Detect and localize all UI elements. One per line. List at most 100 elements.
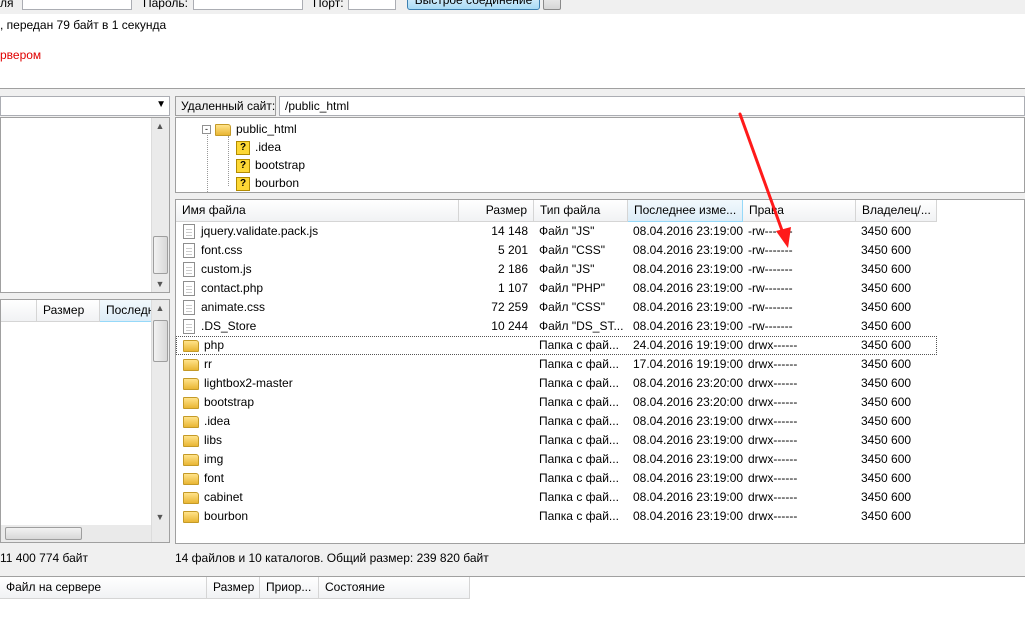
file-type-cell: Папка с фай... (539, 452, 619, 466)
tree-item-bootstrap[interactable]: ? bootstrap (236, 156, 305, 174)
queue-col-status[interactable]: Состояние (319, 577, 470, 599)
file-row[interactable]: php Папка с фай... 24.04.2016 19:19:00 drwx… (176, 336, 937, 355)
collapse-icon[interactable]: - (202, 125, 211, 135)
file-owner-cell: 3450 600 (861, 300, 912, 314)
tree-item-label: .idea (255, 140, 282, 154)
hscroll-thumb[interactable] (5, 527, 82, 540)
chevron-down-icon[interactable]: ▼ (156, 99, 166, 110)
file-name-cell: libs (183, 431, 453, 450)
file-perms-cell: -rw------- (748, 319, 793, 333)
tree-item-idea[interactable]: ? .idea (236, 138, 281, 156)
file-name-cell: jquery.validate.pack.js (183, 222, 453, 241)
scroll-down-icon[interactable]: ▼ (152, 509, 168, 525)
transfer-queue[interactable]: Файл на сервере Размер Приор... Состояни… (0, 576, 1025, 619)
file-name-cell: .idea (183, 412, 453, 431)
folder-icon (183, 358, 199, 371)
scroll-thumb[interactable] (153, 236, 168, 274)
file-type-cell: Папка с фай... (539, 357, 619, 371)
file-owner-cell: 3450 600 (861, 319, 912, 333)
file-row[interactable]: bourbon Папка с фай... 08.04.2016 23:19:00… (176, 507, 937, 526)
file-size-cell: 5 201 (497, 243, 528, 257)
file-modified-cell: 08.04.2016 23:19:00 (633, 300, 743, 314)
scroll-up-icon[interactable]: ▲ (152, 300, 168, 316)
file-icon (183, 243, 195, 259)
file-name: font (204, 471, 225, 485)
file-perms-cell: drwx------ (748, 433, 798, 447)
file-row[interactable]: custom.js 2 186 Файл "JS" 08.04.2016 23:19:… (176, 260, 937, 279)
host-input[interactable] (22, 0, 132, 10)
file-type-cell: Папка с фай... (539, 433, 619, 447)
local-col-name[interactable] (1, 300, 37, 322)
local-list-hscrollbar[interactable] (1, 525, 151, 542)
file-row[interactable]: cabinet Папка с фай... 08.04.2016 23:19:00… (176, 488, 937, 507)
file-row[interactable]: libs Папка с фай... 08.04.2016 23:19:00 drw… (176, 431, 937, 450)
file-modified-cell: 08.04.2016 23:19:00 (633, 319, 743, 333)
file-name-cell: php (183, 336, 453, 355)
folder-icon (183, 510, 199, 523)
folder-icon (183, 377, 199, 390)
file-icon (183, 319, 195, 335)
remote-status: 14 файлов и 10 каталогов. Общий размер: … (175, 551, 489, 565)
file-name-cell: lightbox2-master (183, 374, 453, 393)
remote-col-modified[interactable]: Последнее изме... (628, 200, 743, 222)
file-row[interactable]: font.css 5 201 Файл "CSS" 08.04.2016 23:19:… (176, 241, 937, 260)
file-owner-cell: 3450 600 (861, 395, 912, 409)
tree-item-public-html[interactable]: - public_html (202, 120, 297, 138)
scroll-up-icon[interactable]: ▲ (152, 118, 168, 134)
local-path-combo[interactable]: ▼ (0, 96, 170, 116)
remote-directory-tree[interactable]: - public_html ? .idea ? bootstrap ? bourbon (175, 117, 1025, 193)
file-row[interactable]: img Папка с фай... 08.04.2016 23:19:00 drwx… (176, 450, 937, 469)
unknown-folder-icon: ? (236, 140, 250, 155)
quickconnect-button[interactable]: Быстрое соединение (407, 0, 540, 10)
remote-col-type[interactable]: Тип файла (534, 200, 628, 222)
file-name: rr (204, 357, 212, 371)
queue-col-remote-file[interactable]: Файл на сервере (0, 577, 207, 599)
queue-col-size[interactable]: Размер (207, 577, 260, 599)
file-type-cell: Файл "JS" (539, 224, 595, 238)
port-input[interactable] (348, 0, 396, 10)
remote-col-permissions[interactable]: Права (743, 200, 856, 222)
tree-item-label: bourbon (255, 176, 300, 190)
local-list-scrollbar[interactable]: ▲ ▼ (151, 300, 169, 542)
file-modified-cell: 08.04.2016 23:19:00 (633, 452, 743, 466)
remote-col-owner[interactable]: Владелец/... (856, 200, 937, 222)
file-perms-cell: drwx------ (748, 471, 798, 485)
file-name: bourbon (204, 509, 249, 523)
local-tree-scrollbar[interactable]: ▲ ▼ (151, 118, 169, 292)
message-log: , передан 79 байт в 1 секунда рвером (0, 14, 1025, 89)
file-perms-cell: drwx------ (748, 357, 798, 371)
queue-col-priority[interactable]: Приор... (260, 577, 319, 599)
remote-path-input[interactable]: /public_html (279, 96, 1025, 116)
file-owner-cell: 3450 600 (861, 357, 912, 371)
scroll-down-icon[interactable]: ▼ (152, 276, 168, 292)
file-row[interactable]: lightbox2-master Папка с фай... 08.04.2016… (176, 374, 937, 393)
password-input[interactable] (193, 0, 303, 10)
file-perms-cell: drwx------ (748, 376, 798, 390)
file-name: libs (204, 433, 223, 447)
local-col-modified[interactable]: Последн (100, 300, 153, 322)
file-perms-cell: -rw------- (748, 243, 793, 257)
file-row[interactable]: animate.css 72 259 Файл "CSS" 08.04.2016 23… (176, 298, 937, 317)
file-name-cell: bootstrap (183, 393, 453, 412)
remote-col-filename[interactable]: Имя файла (176, 200, 459, 222)
file-row[interactable]: jquery.validate.pack.js 14 148 Файл "JS" 08… (176, 222, 937, 241)
file-row[interactable]: contact.php 1 107 Файл "PHP" 08.04.2016 23:… (176, 279, 937, 298)
file-row[interactable]: .DS_Store 10 244 Файл "DS_ST... 08.04.2016 … (176, 317, 937, 336)
scroll-thumb[interactable] (153, 320, 168, 362)
local-col-size[interactable]: Размер (37, 300, 100, 322)
folder-icon (183, 472, 199, 485)
remote-file-list[interactable]: Имя файла Размер Тип файла Последнее изм… (175, 199, 1025, 544)
file-name: animate.css (201, 300, 266, 314)
file-owner-cell: 3450 600 (861, 281, 912, 295)
remote-col-size[interactable]: Размер (459, 200, 534, 222)
tree-item-bourbon[interactable]: ? bourbon (236, 174, 299, 192)
file-row[interactable]: bootstrap Папка с фай... 08.04.2016 23:20:… (176, 393, 937, 412)
quickconnect-history-dropdown[interactable] (543, 0, 561, 10)
folder-icon (183, 453, 199, 466)
file-row[interactable]: .idea Папка с фай... 08.04.2016 23:19:00 dr… (176, 412, 937, 431)
local-directory-tree[interactable]: ▲ ▼ (0, 117, 170, 293)
file-row[interactable]: rr Папка с фай... 17.04.2016 19:19:00 drwx-… (176, 355, 937, 374)
file-row[interactable]: font Папка с фай... 08.04.2016 23:19:00 drw… (176, 469, 937, 488)
local-file-list[interactable]: Размер Последн ▲ ▼ (0, 299, 170, 543)
file-type-cell: Файл "PHP" (539, 281, 606, 295)
